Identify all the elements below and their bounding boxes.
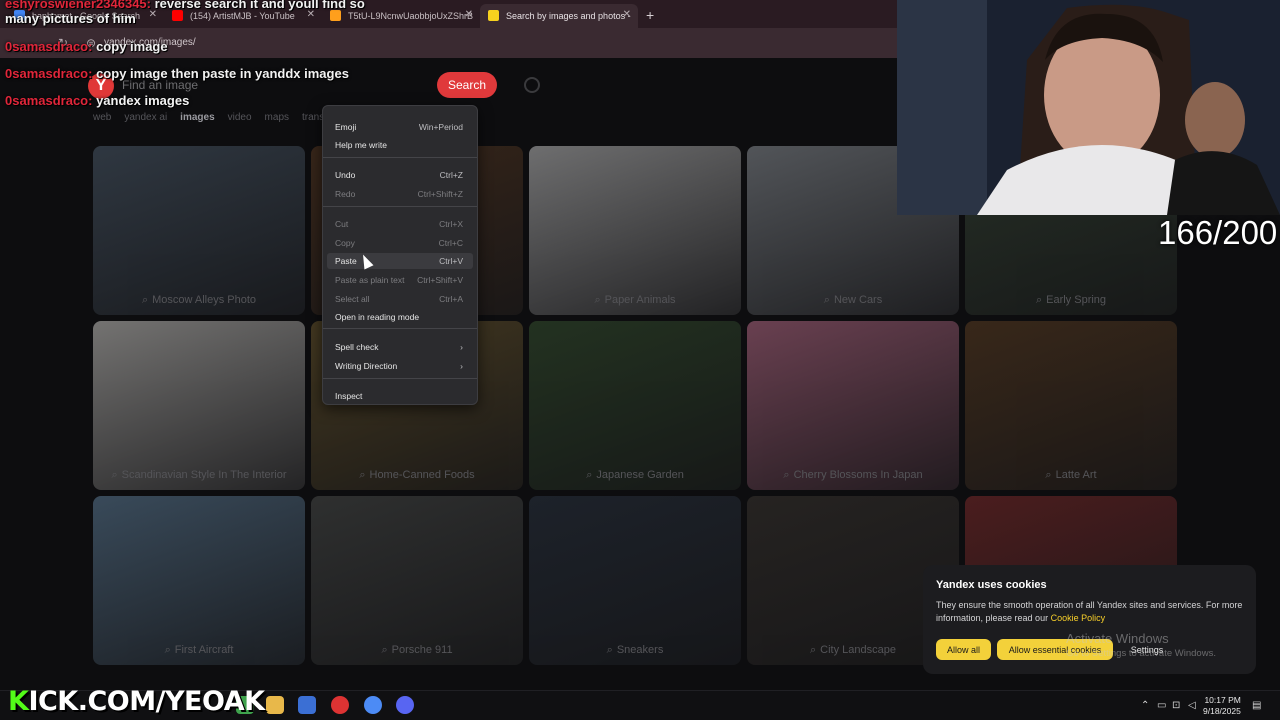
tile-caption: Early Spring [965,294,1177,307]
service-tab[interactable]: video [228,112,252,123]
close-tab-icon[interactable]: ✕ [465,9,473,20]
image-tile[interactable]: Cherry Blossoms In Japan [747,321,959,490]
menu-item-undo[interactable]: Undo Ctrl+Z [335,167,463,183]
tile-caption: Porsche 911 [311,644,523,657]
tile-caption: Latte Art [965,469,1177,482]
chat-message: eshyroswiener2346345: reverse search it … [5,0,365,11]
image-tile[interactable]: Sneakers [529,496,741,665]
tile-caption: Scandinavian Style In The Interior [93,469,305,482]
image-tile[interactable]: Moscow Alleys Photo [93,146,305,315]
notification-icon[interactable]: ▤ [1252,700,1261,711]
chrome-icon[interactable] [364,696,382,714]
image-search-lens-icon[interactable] [524,77,540,93]
tile-caption: Japanese Garden [529,469,741,482]
new-tab-button[interactable]: + [646,7,654,23]
browser-tab-active[interactable]: Search by images and photos - ✕ [480,4,638,28]
menu-item-help-me-write[interactable]: Help me write [335,137,463,153]
menu-item-redo: Redo Ctrl+Shift+Z [335,189,463,199]
context-menu: Emoji Win+Period Help me write Undo Ctrl+Z Re… [322,105,478,405]
tile-caption: Moscow Alleys Photo [93,294,305,307]
tile-caption: Home-Canned Foods [311,469,523,482]
chat-text: reverse search it and youll find so [154,0,365,11]
menu-item-cut: Cut Ctrl+X [335,219,463,229]
goal-counter: 166/200 [1158,214,1278,251]
service-tab[interactable]: maps [265,112,289,123]
chat-message: 0samasdraco: copy image [5,39,168,54]
service-tab-active[interactable]: images [180,112,214,123]
menu-item-select-all: Select all Ctrl+A [335,294,463,304]
store-icon[interactable] [298,696,316,714]
menu-separator [323,157,477,158]
webcam-feed [897,0,1280,215]
close-tab-icon[interactable]: ✕ [623,9,631,20]
tray-volume-icon[interactable]: ◁ [1188,700,1196,711]
activate-windows-title: Activate Windows [1066,631,1169,646]
allow-all-button[interactable]: Allow all [936,639,991,660]
menu-item-inspect[interactable]: Inspect [335,388,463,404]
youtube-favicon-icon [172,10,183,21]
cookie-text: They ensure the smooth operation of all … [936,600,1243,623]
webcam-overlay [897,0,1280,215]
screen: Y Find an image Search web yandex ai ima… [0,0,1280,720]
chat-message: 0samasdraco: yandex images [5,93,190,108]
tray-chevron-icon[interactable]: ⌃ [1141,700,1149,711]
image-tile[interactable]: Paper Animals [529,146,741,315]
service-tab[interactable]: yandex ai [124,112,167,123]
chat-message: 0samasdraco: copy image then paste in ya… [5,66,349,81]
menu-separator [323,378,477,379]
obs-icon[interactable] [331,696,349,714]
image-tile[interactable]: Latte Art [965,321,1177,490]
tile-caption: Paper Animals [529,294,741,307]
tile-caption: First Aircraft [93,644,305,657]
tray-display-icon[interactable]: ⊡ [1172,700,1180,711]
service-tabs: web yandex ai images video maps translat… [93,112,340,123]
tile-caption: New Cars [747,294,959,307]
image-tile[interactable]: Scandinavian Style In The Interior [93,321,305,490]
tile-caption: Cherry Blossoms In Japan [747,469,959,482]
menu-item-writing-direction[interactable]: Writing Direction › [335,358,463,374]
tile-caption: Sneakers [529,644,741,657]
menu-item-open-in-reading-mode[interactable]: Open in reading mode [335,309,463,325]
tray-network-icon[interactable]: ▭ [1157,700,1166,711]
menu-item-emoji[interactable]: Emoji Win+Period [335,119,463,135]
cookie-title: Yandex uses cookies [936,579,1047,591]
menu-item-copy: Copy Ctrl+C [335,238,463,248]
page-favicon-icon [330,10,341,21]
menu-separator [323,206,477,207]
menu-item-paste[interactable]: Paste Ctrl+V [327,253,473,269]
search-button[interactable]: Search [437,72,497,98]
menu-item-paste-as-plain-text: Paste as plain text Ctrl+Shift+V [335,275,463,285]
chat-message-continuation: many pictures of him [5,11,136,26]
activate-windows-subtitle: Go to Settings to activate Windows. [1066,648,1216,659]
service-tab[interactable]: web [93,112,111,123]
image-tile[interactable]: Japanese Garden [529,321,741,490]
menu-separator [323,328,477,329]
taskbar-clock[interactable]: 10:17 PM 9/18/2025 [1203,695,1241,717]
image-tile[interactable]: Porsche 911 [311,496,523,665]
discord-icon[interactable] [396,696,414,714]
kick-url-overlay: KICK.COM/YEOAK [8,686,265,717]
menu-item-spell-check[interactable]: Spell check › [335,339,463,355]
image-tile[interactable]: First Aircraft [93,496,305,665]
file-explorer-icon[interactable] [266,696,284,714]
yandex-favicon-icon [488,10,499,21]
cookie-policy-link[interactable]: Cookie Policy [1051,613,1106,623]
